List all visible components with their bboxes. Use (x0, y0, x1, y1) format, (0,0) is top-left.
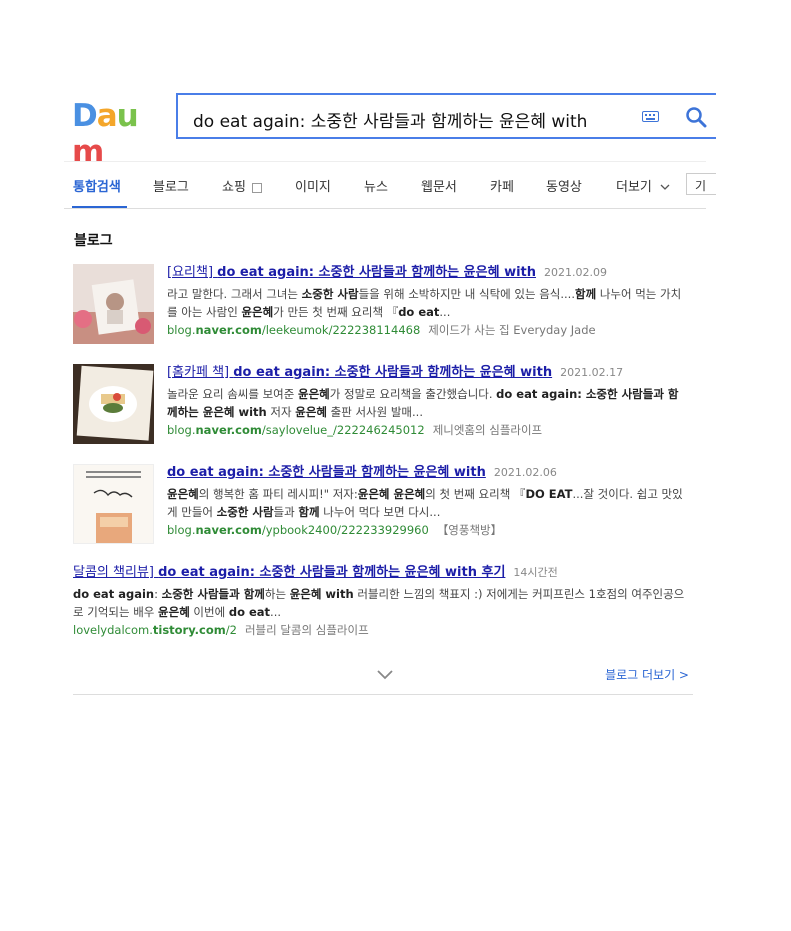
snippet-highlight: 윤은혜 (295, 405, 327, 419)
section-title-blog: 블로그 (74, 233, 113, 249)
snippet-highlight: do eat again (73, 587, 155, 601)
snippet-text: 이번에 (189, 605, 229, 619)
search-input[interactable]: do eat again: 소중한 사람들과 함께하는 윤은혜 with (193, 107, 587, 132)
result-snippet: 놀라운 요리 솜씨를 보여준 윤은혜가 정말로 요리책을 출간했습니다. do … (167, 385, 687, 421)
tab-more[interactable]: 더보기 (616, 176, 670, 195)
result-thumbnail[interactable] (73, 464, 154, 544)
snippet-text: 들을 위해 소박하지만 내 식탁에 있는 음식.... (358, 287, 575, 301)
snippet-highlight: 윤은혜 (298, 387, 330, 401)
snippet-text: 가 만든 첫 번째 요리책 『 (273, 305, 399, 319)
tab-images[interactable]: 이미지 (295, 176, 331, 195)
result-url[interactable]: lovelydalcom.tistory.com/2 (73, 623, 237, 637)
logo-letter-u: u (116, 98, 139, 134)
snippet-text: 저자 (266, 405, 296, 419)
result-snippet: 라고 말한다. 그래서 그녀는 소중한 사람들을 위해 소박하지만 내 식탁에 … (167, 285, 687, 321)
result-title[interactable]: 달콤의 책리뷰] do eat again: 소중한 사람들과 함께하는 윤은혜… (73, 565, 505, 580)
tab-video[interactable]: 동영상 (546, 176, 582, 195)
snippet-text: 놀라운 요리 솜씨를 보여준 (167, 387, 299, 401)
result-source[interactable]: 제이드가 사는 집 Everyday Jade (428, 323, 595, 337)
result-url[interactable]: blog.naver.com/saylovelue_/222246245012 (167, 423, 425, 437)
snippet-highlight: 소중한 사람들과 함께 (161, 587, 265, 601)
result-title[interactable]: [요리책] do eat again: 소중한 사람들과 함께하는 윤은혜 wi… (167, 265, 536, 280)
logo-letter-a: a (96, 98, 118, 134)
tab-cafe[interactable]: 카페 (490, 176, 514, 195)
snippet-highlight: do eat (398, 305, 440, 319)
active-tab-indicator (72, 206, 127, 208)
tab-blog[interactable]: 블로그 (153, 176, 189, 195)
snippet-text: : (154, 587, 162, 601)
snippet-text: ... (270, 605, 282, 619)
snippet-text: 의 첫 번째 요리책 『 (425, 487, 526, 501)
snippet-highlight: DO EAT (525, 487, 573, 501)
tab-webdocs[interactable]: 웹문서 (421, 176, 457, 195)
result-thumbnail[interactable] (73, 364, 154, 444)
daum-logo[interactable]: Daum (72, 98, 160, 170)
tab-all[interactable]: 통합검색 (73, 176, 121, 195)
result-source[interactable]: 제니엣홈의 심플라이프 (433, 423, 542, 437)
search-icon[interactable] (685, 106, 707, 128)
snippet-text: ... (439, 305, 451, 319)
result-source[interactable]: 【영풍책방】 (437, 523, 502, 537)
snippet-highlight: 함께 (575, 287, 597, 301)
snippet-text: 의 행복한 홈 파티 레시피!" 저자: (198, 487, 358, 501)
snippet-text: 하는 (264, 587, 290, 601)
result-source[interactable]: 러블리 달콤의 심플라이프 (245, 623, 369, 637)
result-date: 2021.02.09 (544, 266, 607, 279)
keyboard-icon[interactable] (642, 111, 659, 122)
snippet-highlight: 함께 (298, 505, 320, 519)
blog-more-bar: 블로그 더보기 > (73, 660, 693, 695)
logo-letter-d: D (72, 98, 98, 134)
snippet-highlight: 윤은혜 (241, 305, 274, 319)
snippet-highlight: 윤은혜 (167, 487, 199, 501)
snippet-highlight: 윤은혜 with (289, 587, 354, 601)
result-title[interactable]: [홈카페 책] do eat again: 소중한 사람들과 함께하는 윤은혜 … (167, 365, 552, 380)
tab-shopping-label: 쇼핑 (222, 180, 246, 195)
result-date: 14시간전 (513, 566, 558, 579)
snippet-highlight: 소중한 사람 (301, 287, 359, 301)
result-title[interactable]: do eat again: 소중한 사람들과 함께하는 윤은혜 with (167, 465, 486, 480)
result-url[interactable]: blog.naver.com/ypbook2400/222233929960 (167, 523, 429, 537)
result-date: 2021.02.06 (493, 466, 557, 479)
expand-chevron-icon[interactable] (376, 668, 394, 680)
snippet-text: 가 정말로 요리책을 출간했습니다. (329, 387, 497, 401)
tab-shopping[interactable]: 쇼핑 (222, 176, 263, 195)
snippet-highlight: 윤은혜 윤은혜 (357, 487, 426, 501)
search-tabs: 통합검색 블로그 쇼핑 이미지 뉴스 웹문서 카페 동영상 더보기 기 (64, 161, 716, 209)
snippet-text: 라고 말한다. 그래서 그녀는 (167, 287, 302, 301)
snippet-highlight: 윤은혜 (158, 605, 190, 619)
chevron-down-icon (660, 184, 670, 190)
tab-more-label: 더보기 (616, 180, 652, 195)
period-filter-box[interactable]: 기 (686, 173, 716, 195)
search-box[interactable]: do eat again: 소중한 사람들과 함께하는 윤은혜 with (176, 93, 716, 139)
tab-news[interactable]: 뉴스 (364, 176, 388, 195)
result-snippet: do eat again: 소중한 사람들과 함께하는 윤은혜 with 러블리… (73, 585, 693, 621)
snippet-text: 출판 서사원 발매... (326, 405, 423, 419)
result-thumbnail[interactable] (73, 264, 154, 344)
result-url[interactable]: blog.naver.com/leekeumok/222238114468 (167, 323, 420, 337)
snippet-text: 들과 (273, 505, 299, 519)
snippet-text: 나누어 먹다 보면 다시... (319, 505, 441, 519)
blog-more-link[interactable]: 블로그 더보기 > (605, 666, 689, 683)
snippet-highlight: do eat (228, 605, 271, 619)
snippet-highlight: 소중한 사람 (216, 505, 274, 519)
result-date: 2021.02.17 (560, 366, 624, 379)
result-snippet: 윤은혜의 행복한 홈 파티 레시피!" 저자:윤은혜 윤은혜의 첫 번째 요리책… (167, 485, 687, 521)
external-link-icon (252, 182, 263, 193)
